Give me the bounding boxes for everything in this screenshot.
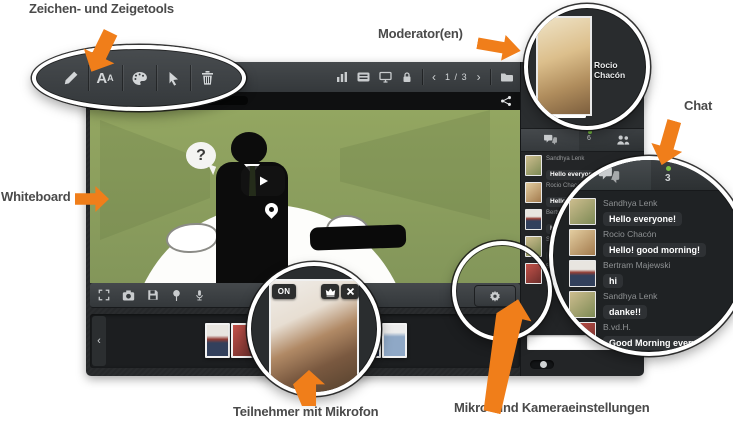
tab-participants[interactable]	[601, 129, 644, 151]
chat-callout: 3 Sandhya LenkHello everyone! Rocio Chac…	[549, 156, 733, 356]
delete-tool-button[interactable]	[191, 61, 224, 95]
background-shape	[100, 120, 210, 240]
moderator-crown-button[interactable]	[321, 284, 339, 299]
people-icon	[723, 168, 733, 184]
chat-bubbles-icon	[597, 166, 621, 185]
color-palette-button[interactable]	[123, 61, 156, 95]
draw-tools-callout: AA	[32, 45, 246, 111]
sidebar-tab-bar: 6	[521, 128, 644, 152]
chat-bubbles-icon	[543, 134, 558, 146]
screen-share-icon[interactable]	[379, 71, 392, 83]
filmstrip-scroll-left-button[interactable]: ‹	[92, 316, 106, 366]
microphone-icon[interactable]	[194, 289, 205, 302]
label-mic-cam-settings: Mikro- und Kameraeinstellungen	[454, 400, 650, 415]
lock-icon[interactable]	[401, 71, 413, 83]
avatar	[569, 229, 596, 256]
label-draw-tools: Zeichen- und Zeigetools	[29, 1, 174, 16]
fullscreen-icon[interactable]	[98, 289, 110, 301]
close-button[interactable]	[341, 284, 359, 299]
continent-shape	[166, 223, 218, 253]
toolbar-divider	[422, 69, 423, 85]
moderator-callout: Rocio Chacón	[524, 4, 650, 130]
label-chat: Chat	[684, 98, 712, 113]
chat-message-row: Sandhya LenkHello everyone!	[569, 198, 733, 227]
dark-shape	[310, 224, 407, 250]
video-frame: ?	[90, 110, 520, 283]
tab-participants[interactable]	[723, 168, 733, 189]
toolbar-divider	[490, 69, 491, 85]
video-play-button[interactable]	[241, 166, 285, 196]
save-icon[interactable]	[147, 289, 159, 301]
participant-thumbnail[interactable]	[382, 323, 407, 358]
share-icon[interactable]	[500, 95, 512, 107]
avatar	[569, 198, 596, 225]
mic-on-button[interactable]: ON	[272, 284, 296, 299]
pointer-balloon-icon[interactable]	[171, 289, 182, 302]
avatar	[569, 322, 596, 349]
snapshot-camera-icon[interactable]	[122, 290, 135, 301]
participant-thumbnail[interactable]	[205, 323, 230, 358]
chat-message-row: B.vd.H.Good Morning everyone...	[569, 322, 733, 351]
chat-count: 6	[587, 135, 591, 142]
crown-icon	[325, 287, 336, 297]
tab-chat[interactable]	[521, 129, 579, 151]
question-speech-bubble: ?	[186, 142, 216, 169]
background-shape	[340, 110, 490, 220]
poll-icon[interactable]	[336, 71, 348, 83]
folder-icon[interactable]	[500, 71, 513, 83]
tab-chat[interactable]	[567, 160, 651, 190]
pencil-tool-button[interactable]	[55, 61, 88, 95]
chat-message-row: Rocio ChacónHello! good morning!	[569, 229, 733, 258]
avatar	[569, 260, 596, 287]
online-status-dot	[666, 166, 671, 171]
page-indicator: 1 / 3	[445, 72, 468, 82]
label-moderator: Moderator(en)	[378, 26, 463, 41]
pointer-tool-button[interactable]	[157, 61, 190, 95]
unread-count: 3	[665, 173, 671, 184]
location-pin-badge	[262, 200, 280, 218]
page-prev-button[interactable]: ‹	[432, 71, 436, 83]
chat-tab-bar: 3	[553, 160, 733, 191]
chat-message-row: Sandhya Lenkdanke!!	[569, 291, 733, 320]
audio-level-bar	[538, 115, 586, 118]
whiteboard-area: ?	[90, 92, 520, 283]
annotated-screenshot: ‹ 1 / 3 ›	[0, 0, 733, 427]
avatar	[525, 182, 542, 203]
label-whiteboard: Whiteboard	[1, 189, 71, 204]
moderator-name: Rocio Chacón	[594, 60, 646, 80]
people-icon	[616, 134, 630, 146]
moderator-webcam	[536, 16, 592, 116]
label-participant-mic: Teilnehmer mit Mikrofon	[233, 404, 378, 419]
arrow-to-moderator	[475, 30, 523, 63]
avatar	[569, 291, 596, 318]
page-next-button[interactable]: ›	[477, 71, 481, 83]
online-status-dot	[588, 130, 592, 134]
cartoon-man-head	[231, 132, 267, 164]
sidebar-toggle[interactable]	[530, 360, 554, 369]
close-icon	[346, 287, 355, 296]
avatar	[525, 209, 542, 230]
question-mark: ?	[196, 147, 206, 165]
avatar	[525, 155, 542, 176]
chat-message-row: Bertram Majewskihi	[569, 260, 733, 289]
youtube-icon[interactable]	[357, 71, 370, 83]
